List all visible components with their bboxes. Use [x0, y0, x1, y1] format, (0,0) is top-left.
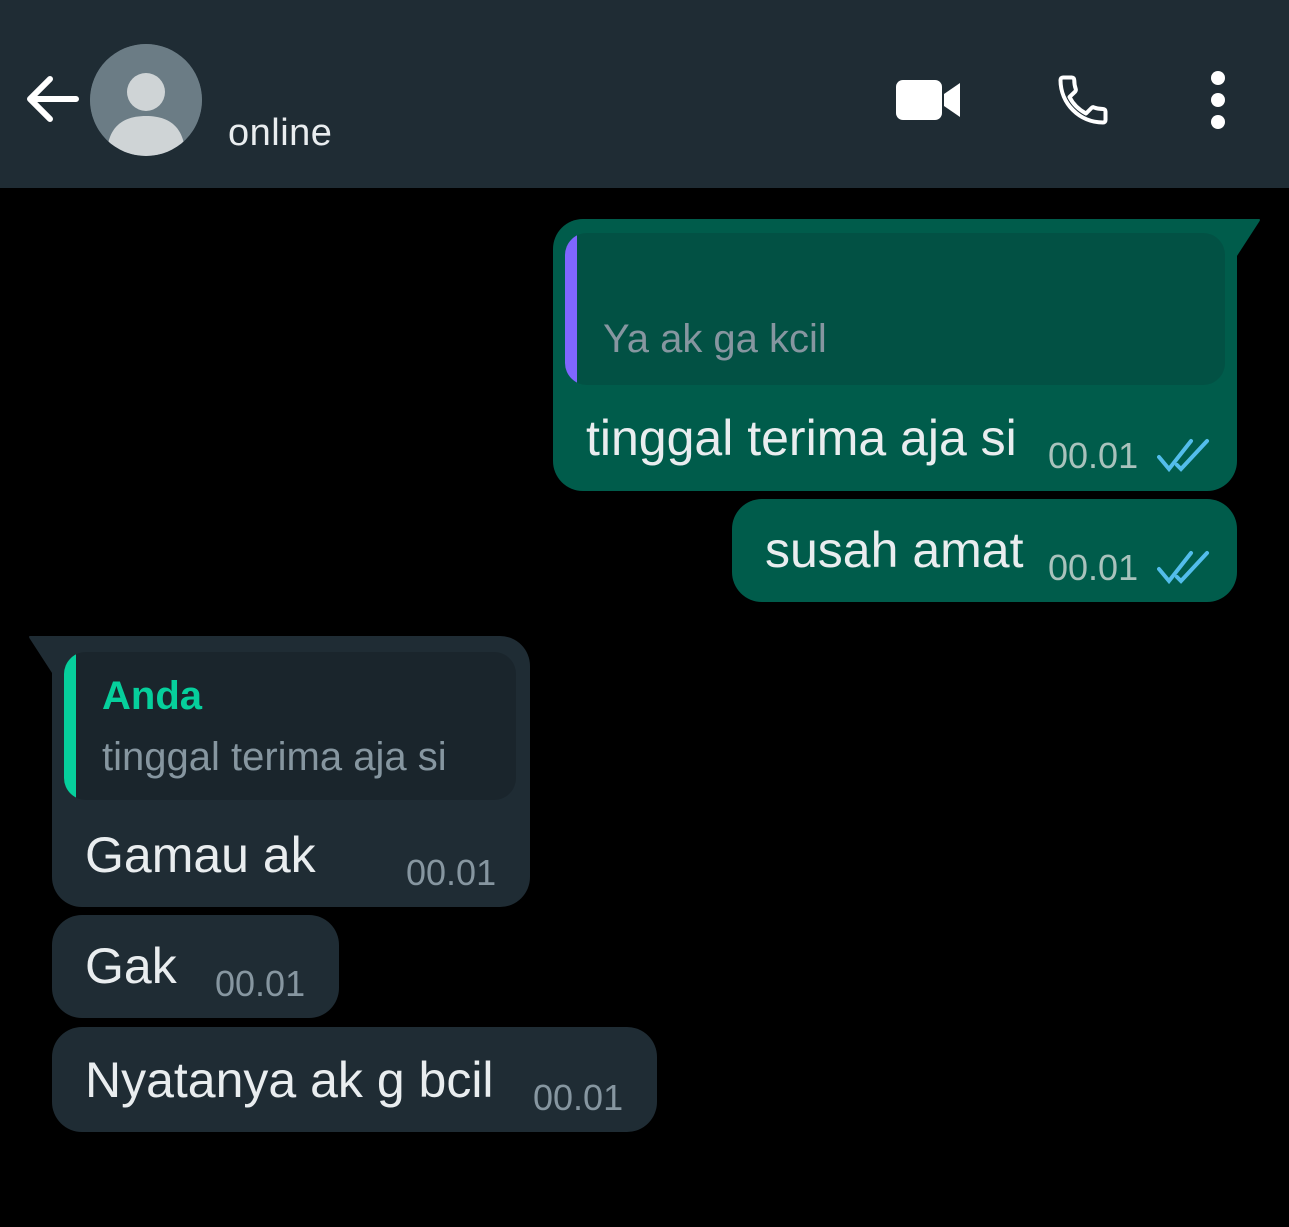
phone-icon [1058, 75, 1108, 125]
message-time: 00.01 [406, 852, 497, 893]
message-time: 00.01 [1048, 547, 1139, 588]
contact-status: online [228, 112, 333, 154]
message-text: Gak [85, 938, 177, 994]
quoted-author: Anda [102, 674, 202, 718]
quoted-text: tinggal terima aja si [102, 735, 447, 779]
quote-accent-bar [565, 233, 577, 385]
incoming-message[interactable]: Nyatanya ak g bcil 00.01 [52, 1027, 657, 1132]
quoted-message[interactable]: Ya ak ga kcil [565, 233, 1225, 385]
outgoing-message[interactable]: Ya ak ga kcil tinggal terima aja si 00.0… [553, 219, 1237, 491]
voice-call-button[interactable] [1046, 60, 1120, 140]
back-button[interactable] [20, 68, 82, 130]
message-text: tinggal terima aja si [586, 410, 1017, 466]
message-text: Nyatanya ak g bcil [85, 1052, 494, 1108]
incoming-message[interactable]: Anda tinggal terima aja si Gamau ak 00.0… [52, 636, 530, 907]
message-text: Gamau ak [85, 827, 316, 883]
message-time: 00.01 [1048, 435, 1139, 476]
message-time: 00.01 [215, 963, 306, 1004]
default-avatar-icon [90, 44, 202, 156]
more-options-button[interactable] [1190, 60, 1246, 140]
video-call-icon [896, 80, 960, 120]
quoted-text: Ya ak ga kcil [603, 317, 827, 361]
outgoing-message[interactable]: susah amat 00.01 [732, 499, 1237, 602]
incoming-message[interactable]: Gak 00.01 [52, 915, 339, 1018]
message-text: susah amat [765, 522, 1024, 578]
arrow-left-icon [27, 76, 79, 122]
quoted-message[interactable]: Anda tinggal terima aja si [64, 652, 516, 800]
read-ticks-icon [1157, 439, 1209, 473]
quote-accent-bar [64, 652, 76, 800]
chat-header: online [0, 0, 1289, 188]
message-time: 00.01 [533, 1077, 624, 1118]
read-ticks-icon [1157, 551, 1209, 585]
more-vertical-icon [1211, 71, 1225, 129]
contact-avatar[interactable] [90, 44, 202, 156]
video-call-button[interactable] [888, 60, 968, 140]
